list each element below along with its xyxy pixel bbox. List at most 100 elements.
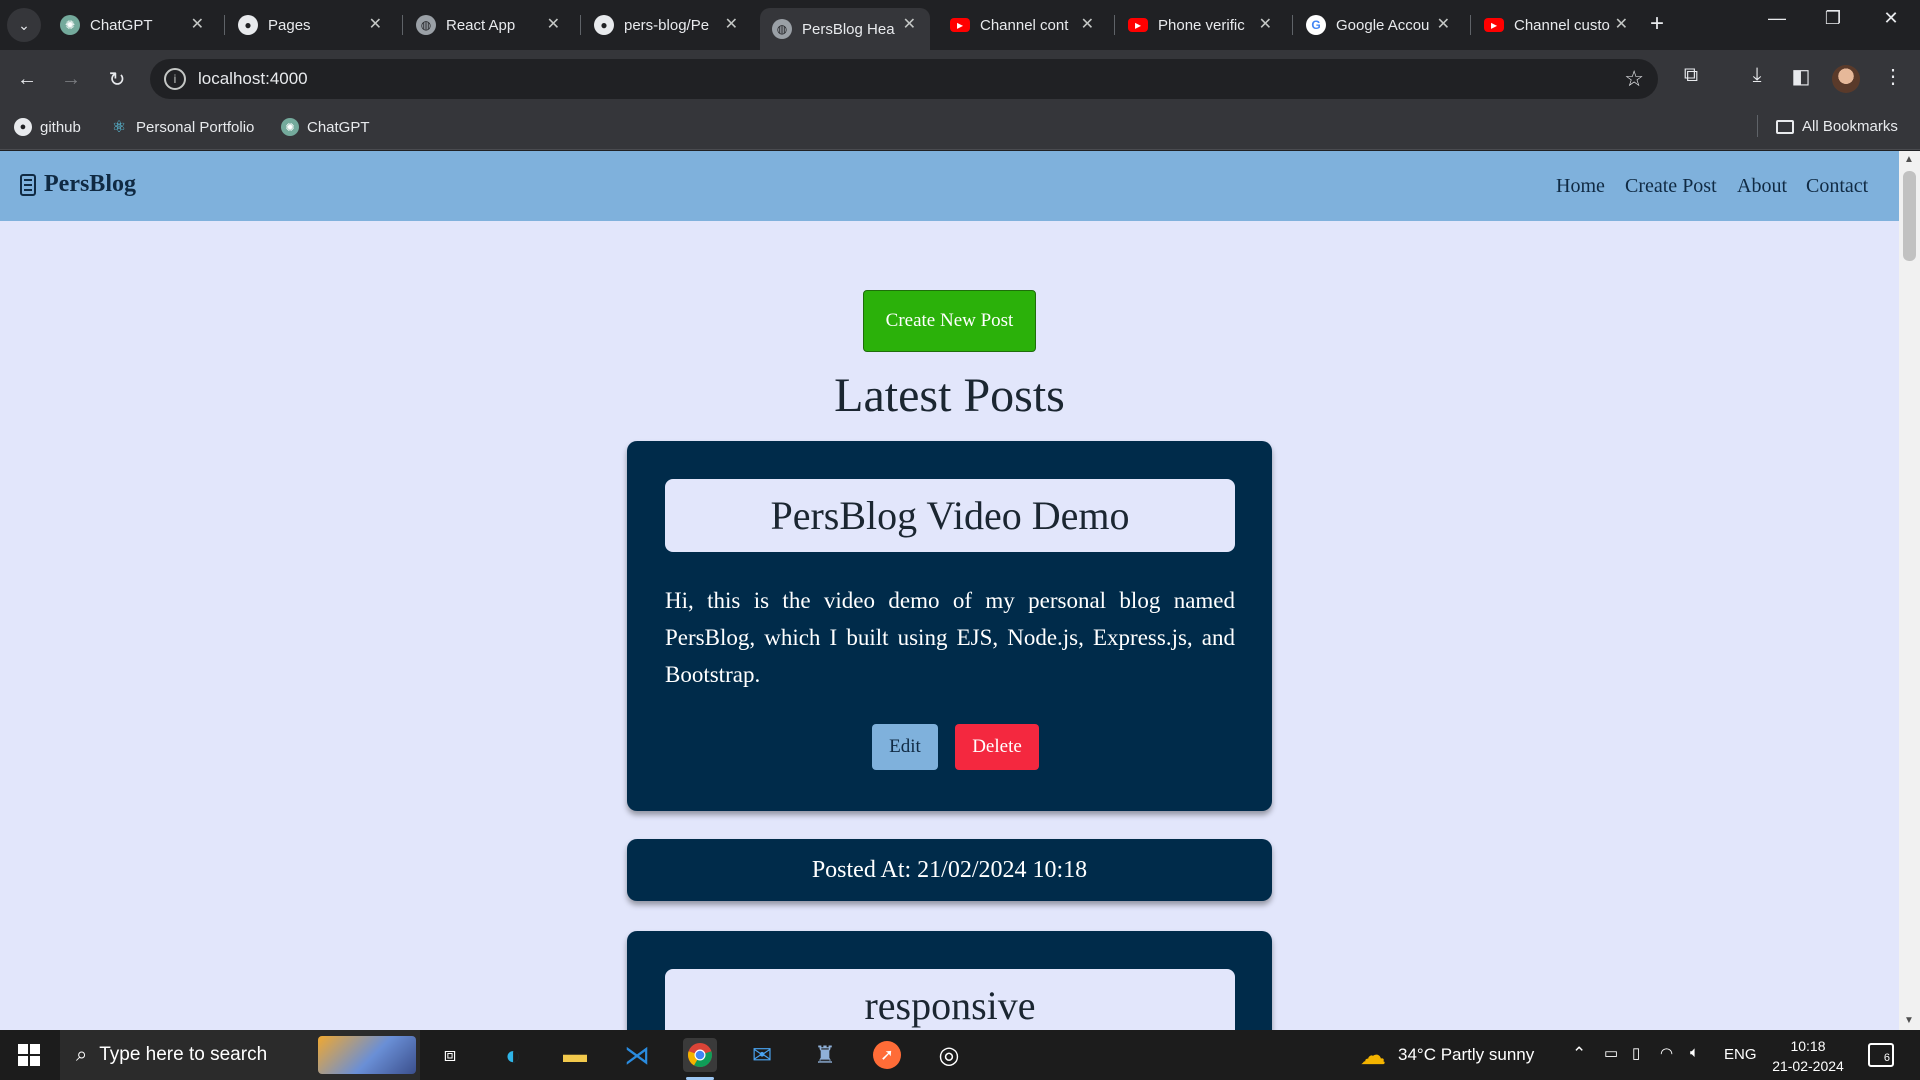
brand-logo[interactable]: PersBlog (20, 171, 136, 198)
tab-title: Phone verific (1158, 16, 1245, 34)
tab-react-app[interactable]: ◍ React App ✕ (404, 8, 574, 42)
clock-time: 10:18 (1790, 1038, 1826, 1054)
chatgpt-icon: ✺ (60, 15, 80, 35)
postman-icon[interactable]: ➚ (870, 1038, 904, 1072)
globe-icon: ◍ (772, 19, 792, 39)
chrome-icon[interactable] (683, 1038, 717, 1072)
close-icon[interactable]: ✕ (1259, 14, 1272, 34)
tab-google-account[interactable]: G Google Accou ✕ (1294, 8, 1464, 42)
new-tab-plus-icon[interactable]: + (1650, 10, 1664, 38)
youtube-icon: ▸ (950, 18, 970, 32)
nav-create-post[interactable]: Create Post (1625, 175, 1717, 198)
back-arrow-icon[interactable]: ← (12, 64, 42, 94)
tab-divider (224, 15, 225, 35)
scroll-thumb[interactable] (1903, 171, 1916, 261)
battery-icon[interactable]: ▯ (1632, 1044, 1640, 1062)
windows-start-icon[interactable] (18, 1044, 40, 1066)
address-bar[interactable]: i localhost:4000 ☆ (150, 59, 1658, 99)
close-icon[interactable]: ✕ (547, 14, 560, 34)
delete-button[interactable]: Delete (955, 724, 1039, 770)
scroll-down-icon[interactable]: ▼ (1904, 1015, 1914, 1026)
page-scrollbar[interactable]: ▲ ▼ (1899, 151, 1920, 1030)
nav-contact[interactable]: Contact (1806, 175, 1868, 198)
side-panel-icon[interactable]: ◧ (1786, 64, 1816, 89)
close-icon[interactable]: ✕ (903, 14, 916, 34)
tab-phone-verification[interactable]: ▸ Phone verific ✕ (1116, 8, 1286, 42)
post-card: PersBlog Video Demo Hi, this is the vide… (627, 441, 1272, 811)
vscode-icon[interactable]: ⋊ (620, 1038, 654, 1072)
volume-icon[interactable]: 🔈︎ (1690, 1044, 1699, 1061)
url-text[interactable]: localhost:4000 (198, 69, 308, 89)
tab-title: pers-blog/Pe (624, 16, 710, 34)
create-new-post-button[interactable]: Create New Post (863, 290, 1036, 352)
close-icon[interactable]: ✕ (1615, 14, 1628, 34)
tab-title: Pages (268, 16, 311, 34)
tab-title: Google Accou (1336, 16, 1430, 34)
device-icon[interactable]: ▭ (1604, 1044, 1618, 1062)
postman-logo: ➚ (873, 1041, 901, 1069)
site-info-icon[interactable]: i (164, 68, 186, 90)
bookmark-personal-portfolio[interactable]: ⚛ Personal Portfolio (110, 118, 255, 137)
tab-chatgpt[interactable]: ✺ ChatGPT ✕ (48, 8, 218, 42)
close-icon[interactable]: ✕ (1081, 14, 1094, 34)
forward-arrow-icon[interactable]: → (56, 64, 86, 94)
extensions-icon[interactable]: ⧉ (1676, 64, 1706, 87)
bookmark-chatgpt[interactable]: ✺ ChatGPT (281, 118, 370, 136)
tab-title: React App (446, 16, 516, 34)
weather-icon[interactable]: ☁ (1356, 1038, 1390, 1072)
bookmarks-divider (1757, 115, 1758, 137)
bookmarks-bar: ● github ⚛ Personal Portfolio ✺ ChatGPT … (0, 108, 1920, 150)
close-icon[interactable]: ✕ (369, 14, 382, 34)
close-icon[interactable]: ✕ (191, 14, 204, 34)
bookmark-star-icon[interactable]: ☆ (1624, 66, 1644, 92)
tab-divider (1470, 15, 1471, 35)
folder-icon (1776, 119, 1794, 134)
scroll-up-icon[interactable]: ▲ (1904, 154, 1914, 165)
file-explorer-icon[interactable]: ▬ (558, 1038, 592, 1072)
tab-strip: ⌄ ✺ ChatGPT ✕ ● Pages ✕ ◍ React App ✕ ● … (0, 0, 1920, 50)
close-icon[interactable]: ✕ (1437, 14, 1450, 34)
globe-icon: ◍ (416, 15, 436, 35)
tab-divider (1114, 15, 1115, 35)
menu-kebab-icon[interactable]: ⋮ (1878, 64, 1908, 89)
download-icon[interactable]: ⤓ (1742, 64, 1772, 87)
system-clock[interactable]: 10:18 21-02-2024 (1758, 1036, 1858, 1076)
chrome-logo-svg (688, 1043, 712, 1067)
profile-avatar[interactable] (1832, 65, 1860, 93)
minimize-icon[interactable]: — (1752, 8, 1802, 29)
mail-icon[interactable]: ✉ (745, 1038, 779, 1072)
weather-text[interactable]: 34°C Partly sunny (1398, 1045, 1534, 1065)
tray-chevron-icon[interactable]: ⌃ (1572, 1044, 1586, 1064)
tab-divider (580, 15, 581, 35)
edge-icon[interactable]: ◐ (496, 1038, 530, 1072)
wifi-icon[interactable]: ◠ (1660, 1044, 1673, 1062)
edit-button[interactable]: Edit (872, 724, 938, 770)
tab-title: ChatGPT (90, 16, 153, 34)
tab-divider (402, 15, 403, 35)
tab-pages[interactable]: ● Pages ✕ (226, 8, 396, 42)
all-bookmarks-button[interactable]: All Bookmarks (1776, 118, 1898, 135)
tab-persblog-active[interactable]: ◍ PersBlog Hea ✕ (760, 8, 930, 50)
all-bookmarks-label: All Bookmarks (1802, 118, 1898, 135)
nav-about[interactable]: About (1737, 175, 1787, 198)
reload-icon[interactable]: ↻ (102, 64, 132, 94)
page-viewport: PersBlog Home Create Post About Contact … (0, 151, 1920, 1030)
tab-pers-blog-repo[interactable]: ● pers-blog/Pe ✕ (582, 8, 752, 42)
tab-channel-customization[interactable]: ▸ Channel custo ✕ (1472, 8, 1642, 42)
notification-center-icon[interactable]: 6 (1868, 1043, 1894, 1067)
clock-date: 21-02-2024 (1772, 1058, 1844, 1074)
bookmark-github[interactable]: ● github (14, 118, 81, 136)
chatgpt-icon: ✺ (281, 118, 299, 136)
tab-channel-content[interactable]: ▸ Channel cont ✕ (938, 8, 1108, 42)
restore-icon[interactable]: ❐ (1808, 8, 1858, 29)
brand-name: PersBlog (44, 171, 136, 197)
journal-icon (20, 173, 36, 196)
task-view-icon[interactable]: ⧈ (433, 1038, 467, 1072)
language-indicator[interactable]: ENG (1724, 1046, 1757, 1063)
tab-search-chevron-icon[interactable]: ⌄ (7, 8, 41, 42)
close-icon[interactable]: ✕ (725, 14, 738, 34)
window-close-icon[interactable]: ✕ (1866, 8, 1916, 29)
nav-home[interactable]: Home (1556, 175, 1605, 198)
postgres-icon[interactable]: ♜ (808, 1038, 842, 1072)
obs-icon[interactable]: ◎ (932, 1038, 966, 1072)
